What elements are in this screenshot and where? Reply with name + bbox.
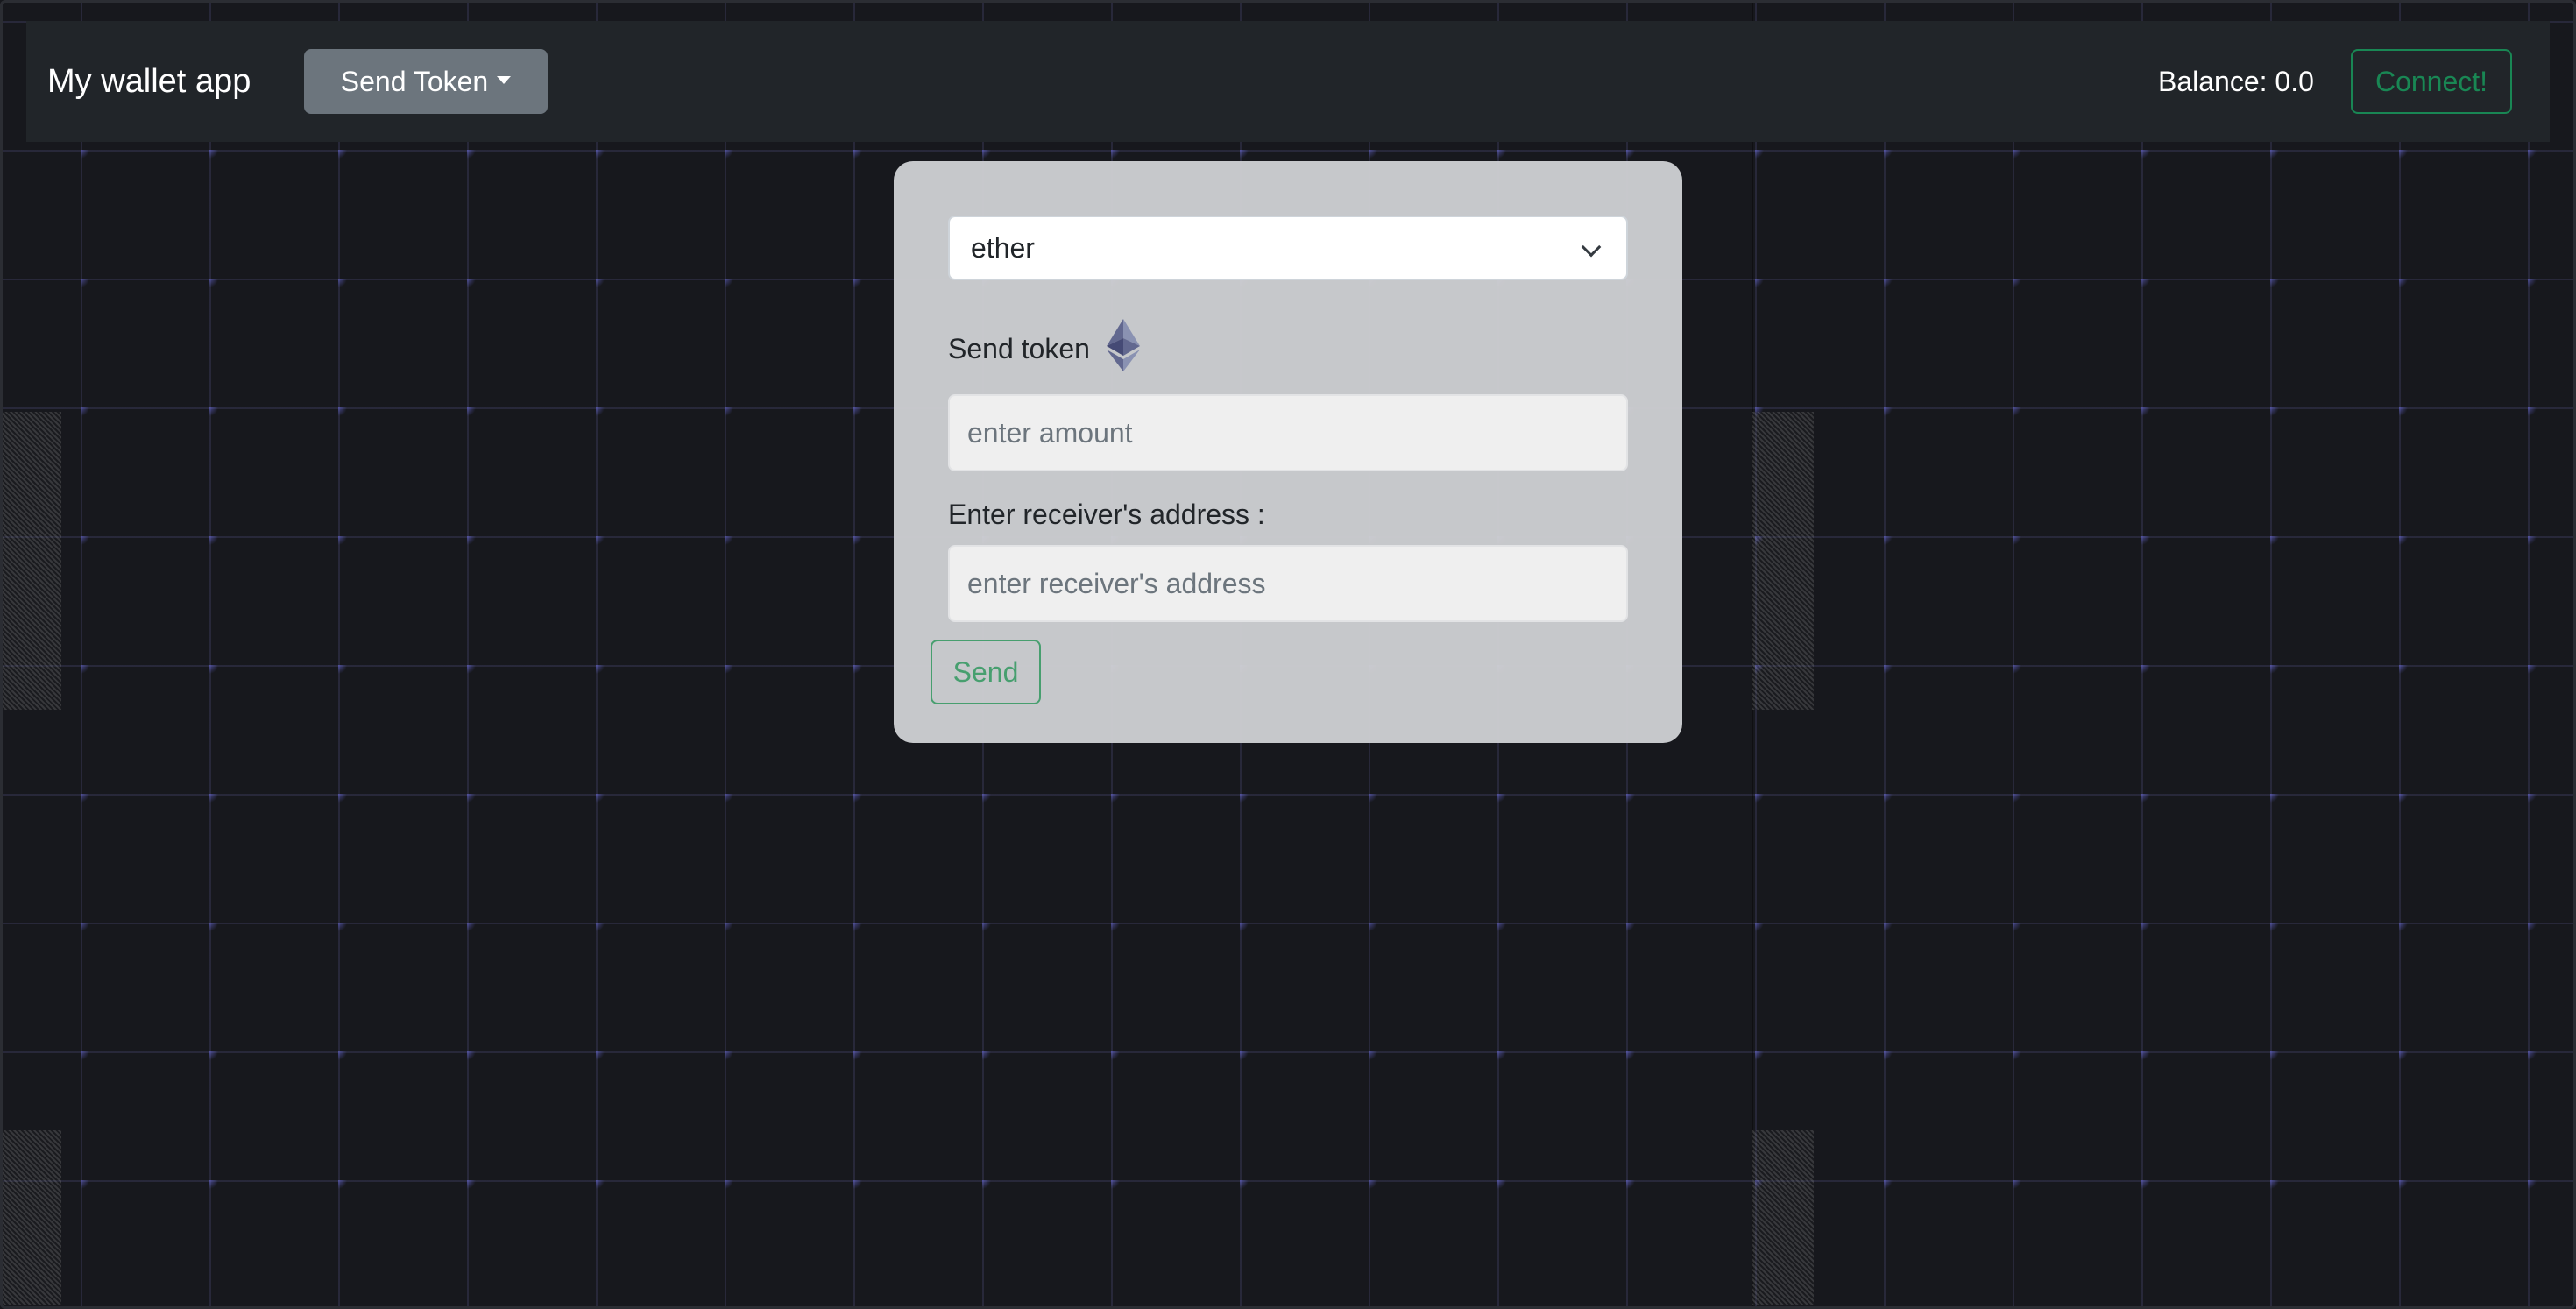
navbar: My wallet app Send Token Balance: 0.0 Co… [26, 21, 2550, 142]
chevron-down-icon [1581, 237, 1602, 258]
token-select[interactable]: ether [948, 216, 1628, 280]
dropdown-label: Send Token [340, 65, 489, 97]
receiver-address-input[interactable] [948, 545, 1628, 622]
background-figure-right [1752, 412, 1814, 710]
background-figure-right-bottom [1752, 1130, 1814, 1305]
token-select-value: ether [971, 231, 1035, 264]
amount-input[interactable] [948, 394, 1628, 471]
send-button[interactable]: Send [931, 640, 1041, 704]
send-token-card: ether Send token Enter receiver's addres… [894, 161, 1682, 743]
caret-down-icon [497, 75, 512, 84]
connect-button[interactable]: Connect! [2351, 49, 2512, 114]
receiver-address-label: Enter receiver's address : [948, 498, 1265, 530]
send-token-dropdown-button[interactable]: Send Token [304, 49, 548, 114]
balance-text: Balance: 0.0 [2158, 65, 2314, 97]
background-figure-left [0, 412, 61, 710]
send-token-label: Send token [948, 332, 1090, 364]
brand-link[interactable]: My wallet app [47, 21, 251, 142]
ethereum-icon [1107, 319, 1140, 371]
background-figure-left-bottom [0, 1130, 61, 1305]
